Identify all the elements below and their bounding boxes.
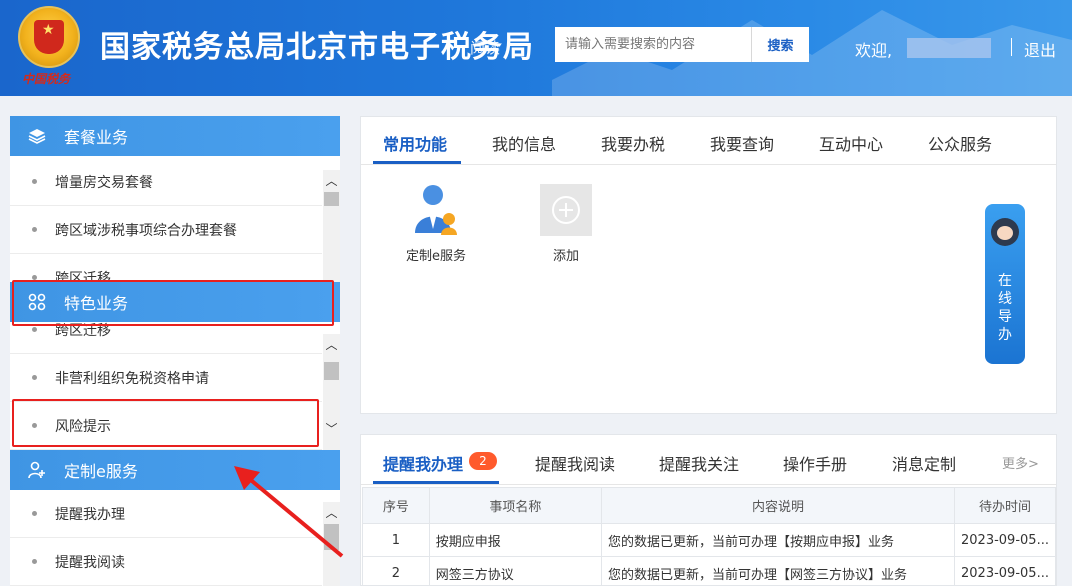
- tab-remind-read[interactable]: 提醒我阅读: [535, 451, 615, 475]
- main-tabs: 常用功能 我的信息 我要办税 我要查询 互动中心 公众服务: [361, 117, 1056, 165]
- header-bar: ★ 中国税务 国家税务总局北京市电子税务局 阅读 搜索 欢迎, 退出: [0, 0, 1072, 96]
- search-input[interactable]: [555, 27, 751, 62]
- user-add-icon: [26, 459, 48, 481]
- reminders-panel: 提醒我办理 2 提醒我阅读 提醒我关注 操作手册 消息定制 更多> 序号 事项名…: [360, 434, 1057, 586]
- col-header: 事项名称: [428, 487, 602, 524]
- annotation-box-risk: [12, 399, 319, 447]
- search-button[interactable]: 搜索: [751, 27, 809, 62]
- tab-query[interactable]: 我要查询: [710, 131, 774, 155]
- tab-my-info[interactable]: 我的信息: [492, 131, 556, 155]
- common-functions-panel: 常用功能 我的信息 我要办税 我要查询 互动中心 公众服务 定制e服务 添加: [360, 116, 1057, 414]
- tab-underline: [373, 161, 461, 164]
- masked-username: [907, 38, 991, 58]
- welcome-text: 欢迎,: [855, 41, 893, 60]
- header-divider: [1011, 38, 1012, 56]
- more-link[interactable]: 更多>: [1002, 453, 1039, 472]
- scroll-down-icon[interactable]: ﹀: [323, 420, 340, 436]
- sidebar-item-nonprofit[interactable]: 非营利组织免税资格申请: [10, 354, 322, 402]
- tab-remind-follow[interactable]: 提醒我关注: [659, 451, 739, 475]
- reminder-table: 序号 事项名称 内容说明 待办时间 1 按期应申报 您的数据已更新，当前可办理【…: [362, 487, 1056, 585]
- scroll-up-icon[interactable]: ︿: [323, 172, 340, 188]
- pending-count-badge: 2: [469, 452, 497, 470]
- add-function-button[interactable]: [540, 184, 592, 236]
- tab-public[interactable]: 公众服务: [928, 131, 992, 155]
- sidebar-item-house-trade[interactable]: 增量房交易套餐: [10, 158, 322, 206]
- tab-remind-handle[interactable]: 提醒我办理: [383, 451, 463, 475]
- table-row[interactable]: 2 网签三方协议 您的数据已更新，当前可办理【网签三方协议】业务 2023-09…: [362, 556, 1056, 585]
- tab-message-custom[interactable]: 消息定制: [892, 451, 956, 475]
- tab-underline: [373, 481, 499, 484]
- tax-emblem-icon: ★: [18, 6, 80, 68]
- emblem-signature: 中国税务: [22, 72, 71, 86]
- plus-circle-icon: [552, 196, 580, 224]
- annotation-box-featured: [12, 280, 334, 326]
- col-header: 内容说明: [600, 487, 956, 524]
- sidebar-section-title: 套餐业务: [64, 128, 129, 147]
- table-row[interactable]: 1 按期应申报 您的数据已更新，当前可办理【按期应申报】业务 2023-09-0…: [362, 523, 1056, 557]
- layers-icon: [26, 125, 48, 147]
- table-header-row: 序号 事项名称 内容说明 待办时间: [362, 487, 1056, 524]
- sidebar-section-package[interactable]: 套餐业务: [10, 116, 340, 156]
- scroll-up-icon[interactable]: ︿: [323, 336, 340, 352]
- agent-avatar-icon: [991, 218, 1019, 246]
- site-title: 国家税务总局北京市电子税务局: [100, 30, 534, 65]
- tab-interaction[interactable]: 互动中心: [819, 131, 883, 155]
- logout-link[interactable]: 退出: [1024, 37, 1056, 61]
- tab-tax[interactable]: 我要办税: [601, 131, 665, 155]
- col-header: 待办时间: [954, 487, 1056, 524]
- add-label: 添加: [552, 249, 579, 264]
- annotation-arrow: [234, 466, 344, 558]
- function-custom-eservice[interactable]: 定制e服务: [401, 183, 471, 264]
- sidebar-section-title: 定制e服务: [64, 462, 138, 481]
- person-service-icon: [415, 185, 457, 235]
- read-link[interactable]: 阅读: [470, 37, 500, 58]
- col-header: 序号: [362, 487, 430, 524]
- tab-common[interactable]: 常用功能: [383, 131, 447, 155]
- reminder-tabs: 提醒我办理 2 提醒我阅读 提醒我关注 操作手册 消息定制 更多>: [361, 435, 1056, 485]
- online-guide-button[interactable]: 在 线 导 办: [985, 204, 1025, 364]
- tab-manual[interactable]: 操作手册: [783, 451, 847, 475]
- sidebar-item-cross-region[interactable]: 跨区域涉税事项综合办理套餐: [10, 206, 322, 254]
